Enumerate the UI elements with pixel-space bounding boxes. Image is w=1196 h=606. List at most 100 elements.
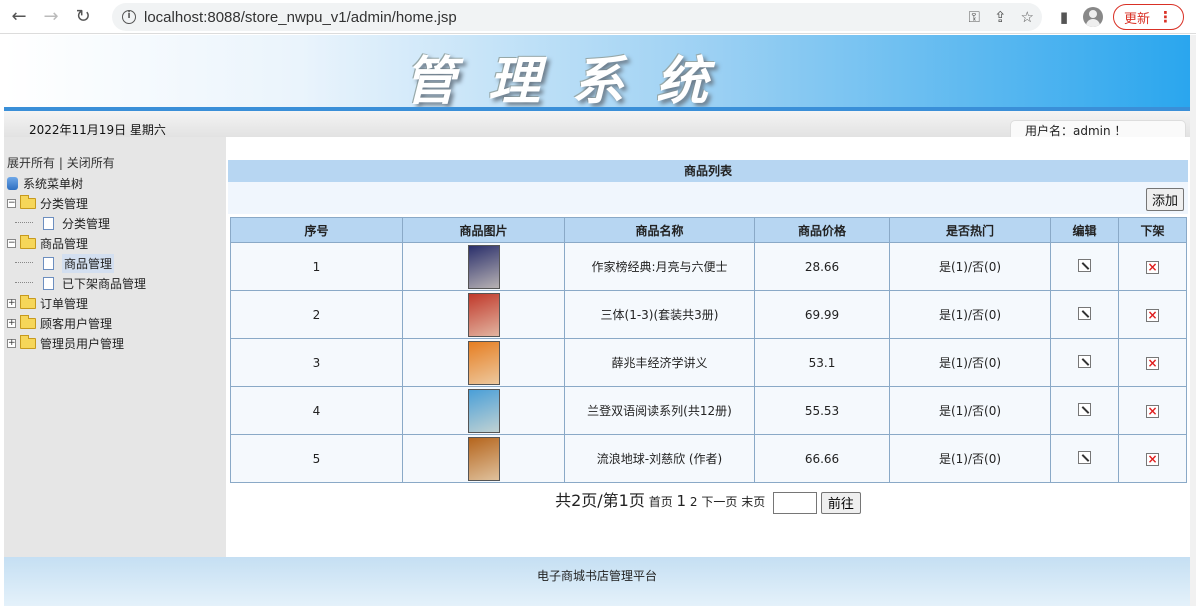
cell-offshelf: ×	[1118, 386, 1187, 435]
edit-icon[interactable]	[1078, 306, 1091, 320]
tree-group-label: 顾客用户管理	[40, 316, 113, 331]
update-button[interactable]: 更新 ⋮	[1112, 4, 1184, 30]
cell-image	[402, 338, 565, 387]
more-menu-icon: ⋮	[1158, 8, 1173, 26]
tree-item-offshelf-manage[interactable]: 已下架商品管理	[7, 273, 146, 293]
expand-all-link[interactable]: 展开所有	[7, 156, 55, 170]
list-title: 商品列表	[228, 160, 1188, 182]
expand-icon[interactable]: +	[7, 298, 16, 308]
expand-icon[interactable]: +	[7, 318, 16, 328]
table-row: 2 三体(1-3)(套装共3册) 69.99 是(1)/否(0) ×	[230, 290, 1187, 339]
back-arrow-icon[interactable]: ←	[6, 4, 32, 30]
info-icon[interactable]: i	[122, 10, 136, 24]
tree-item-category-manage[interactable]: 分类管理	[7, 213, 146, 233]
cell-offshelf: ×	[1118, 434, 1187, 483]
folder-icon	[20, 294, 36, 309]
tree-group-label: 管理员用户管理	[40, 336, 125, 351]
url-text[interactable]: localhost:8088/store_nwpu_v1/admin/home.…	[144, 9, 457, 26]
collapse-all-link[interactable]: 关闭所有	[67, 156, 115, 170]
cell-hot: 是(1)/否(0)	[889, 386, 1051, 435]
cell-image	[402, 434, 565, 483]
page-scrollbar[interactable]	[1190, 35, 1196, 606]
tree-item-product-manage[interactable]: 商品管理	[7, 253, 146, 273]
cell-name: 薛兆丰经济学讲义	[564, 338, 755, 387]
edit-icon[interactable]	[1078, 402, 1091, 416]
tree-root[interactable]: 系统菜单树	[7, 173, 146, 193]
tree-controls: 展开所有 | 关闭所有	[7, 154, 115, 171]
edit-icon[interactable]	[1078, 258, 1091, 272]
expand-icon[interactable]: +	[7, 338, 16, 348]
cell-no: 4	[230, 386, 403, 435]
col-header-name: 商品名称	[564, 217, 755, 243]
tree-group-customer[interactable]: + 顾客用户管理	[7, 313, 146, 333]
book-cover-image	[467, 388, 500, 433]
col-header-offshelf: 下架	[1118, 217, 1187, 243]
delete-x-icon[interactable]: ×	[1146, 308, 1159, 322]
add-button[interactable]: 添加	[1146, 188, 1184, 211]
menu-tree: 系统菜单树 − 分类管理 分类管理 − 商品管理 商品管理 已下架商品管理 + …	[7, 173, 146, 353]
address-bar[interactable]: i localhost:8088/store_nwpu_v1/admin/hom…	[112, 3, 1042, 31]
folder-open-icon	[20, 194, 36, 209]
main-content: 商品列表 添加 序号 商品图片 商品名称 商品价格 是否热门 编辑 下架 1 作…	[226, 137, 1190, 557]
delete-x-icon[interactable]: ×	[1146, 452, 1159, 466]
delete-x-icon[interactable]: ×	[1146, 404, 1159, 418]
page-2-link[interactable]: 2	[690, 495, 698, 509]
go-button[interactable]: 前往	[820, 491, 861, 514]
cell-name: 流浪地球-刘慈欣 (作者)	[564, 434, 755, 483]
cell-offshelf: ×	[1118, 338, 1187, 387]
table-row: 3 薛兆丰经济学讲义 53.1 是(1)/否(0) ×	[230, 338, 1187, 387]
cell-offshelf: ×	[1118, 242, 1187, 291]
browser-toolbar: ← → ↻ i localhost:8088/store_nwpu_v1/adm…	[0, 0, 1196, 34]
collapse-icon[interactable]: −	[7, 238, 16, 248]
col-header-hot: 是否热门	[889, 217, 1051, 243]
tree-item-label-selected: 商品管理	[62, 253, 115, 273]
tree-group-order[interactable]: + 订单管理	[7, 293, 146, 313]
delete-x-icon[interactable]: ×	[1146, 356, 1159, 370]
collapse-icon[interactable]: −	[7, 198, 16, 208]
side-panel-icon[interactable]: ▮	[1055, 8, 1073, 26]
cell-image	[402, 242, 565, 291]
col-header-edit: 编辑	[1050, 217, 1119, 243]
edit-icon[interactable]	[1078, 354, 1091, 368]
sidebar: 展开所有 | 关闭所有 系统菜单树 − 分类管理 分类管理 − 商品管理 商品管…	[4, 137, 226, 557]
tree-connector	[15, 262, 33, 263]
key-icon[interactable]: ⚿	[969, 8, 980, 26]
table-row: 5 流浪地球-刘慈欣 (作者) 66.66 是(1)/否(0) ×	[230, 434, 1187, 483]
tree-group-admin[interactable]: + 管理员用户管理	[7, 333, 146, 353]
cell-edit	[1050, 338, 1119, 387]
cell-price: 55.53	[754, 386, 890, 435]
tree-group-product[interactable]: − 商品管理	[7, 233, 146, 253]
cell-edit	[1050, 386, 1119, 435]
footer-text: 电子商城书店管理平台	[536, 569, 657, 583]
first-page-link[interactable]: 首页	[649, 495, 673, 509]
current-date: 2022年11月19日 星期六	[29, 123, 166, 137]
bookmark-star-icon[interactable]: ☆	[1021, 8, 1034, 26]
cell-image	[402, 386, 565, 435]
page-icon	[43, 256, 54, 270]
profile-avatar[interactable]	[1082, 7, 1103, 27]
tree-item-label: 分类管理	[62, 216, 111, 231]
page-icon	[43, 276, 54, 290]
last-page-link[interactable]: 末页	[741, 495, 765, 509]
edit-icon[interactable]	[1078, 450, 1091, 464]
cell-name: 作家榜经典:月亮与六便士	[564, 242, 755, 291]
tree-group-label: 商品管理	[40, 236, 89, 251]
page-jump-input[interactable]	[773, 491, 818, 514]
next-page-link[interactable]: 下一页	[701, 495, 737, 509]
cell-no: 2	[230, 290, 403, 339]
tree-group-category[interactable]: − 分类管理	[7, 193, 146, 213]
cell-name: 三体(1-3)(套装共3册)	[564, 290, 755, 339]
delete-x-icon[interactable]: ×	[1146, 260, 1159, 274]
footer: 电子商城书店管理平台	[4, 557, 1190, 606]
forward-arrow-icon[interactable]: →	[38, 4, 64, 30]
cell-hot: 是(1)/否(0)	[889, 338, 1051, 387]
update-label: 更新	[1123, 11, 1150, 27]
cell-edit	[1050, 434, 1119, 483]
header-banner: 管理系统	[4, 35, 1190, 112]
share-icon[interactable]: ⇪	[994, 8, 1007, 26]
cell-hot: 是(1)/否(0)	[889, 434, 1051, 483]
folder-open-icon	[20, 234, 36, 249]
database-icon	[7, 176, 18, 190]
info-bar: 2022年11月19日 星期六 用户名：admin ！	[4, 111, 1190, 138]
reload-icon[interactable]: ↻	[70, 4, 96, 30]
